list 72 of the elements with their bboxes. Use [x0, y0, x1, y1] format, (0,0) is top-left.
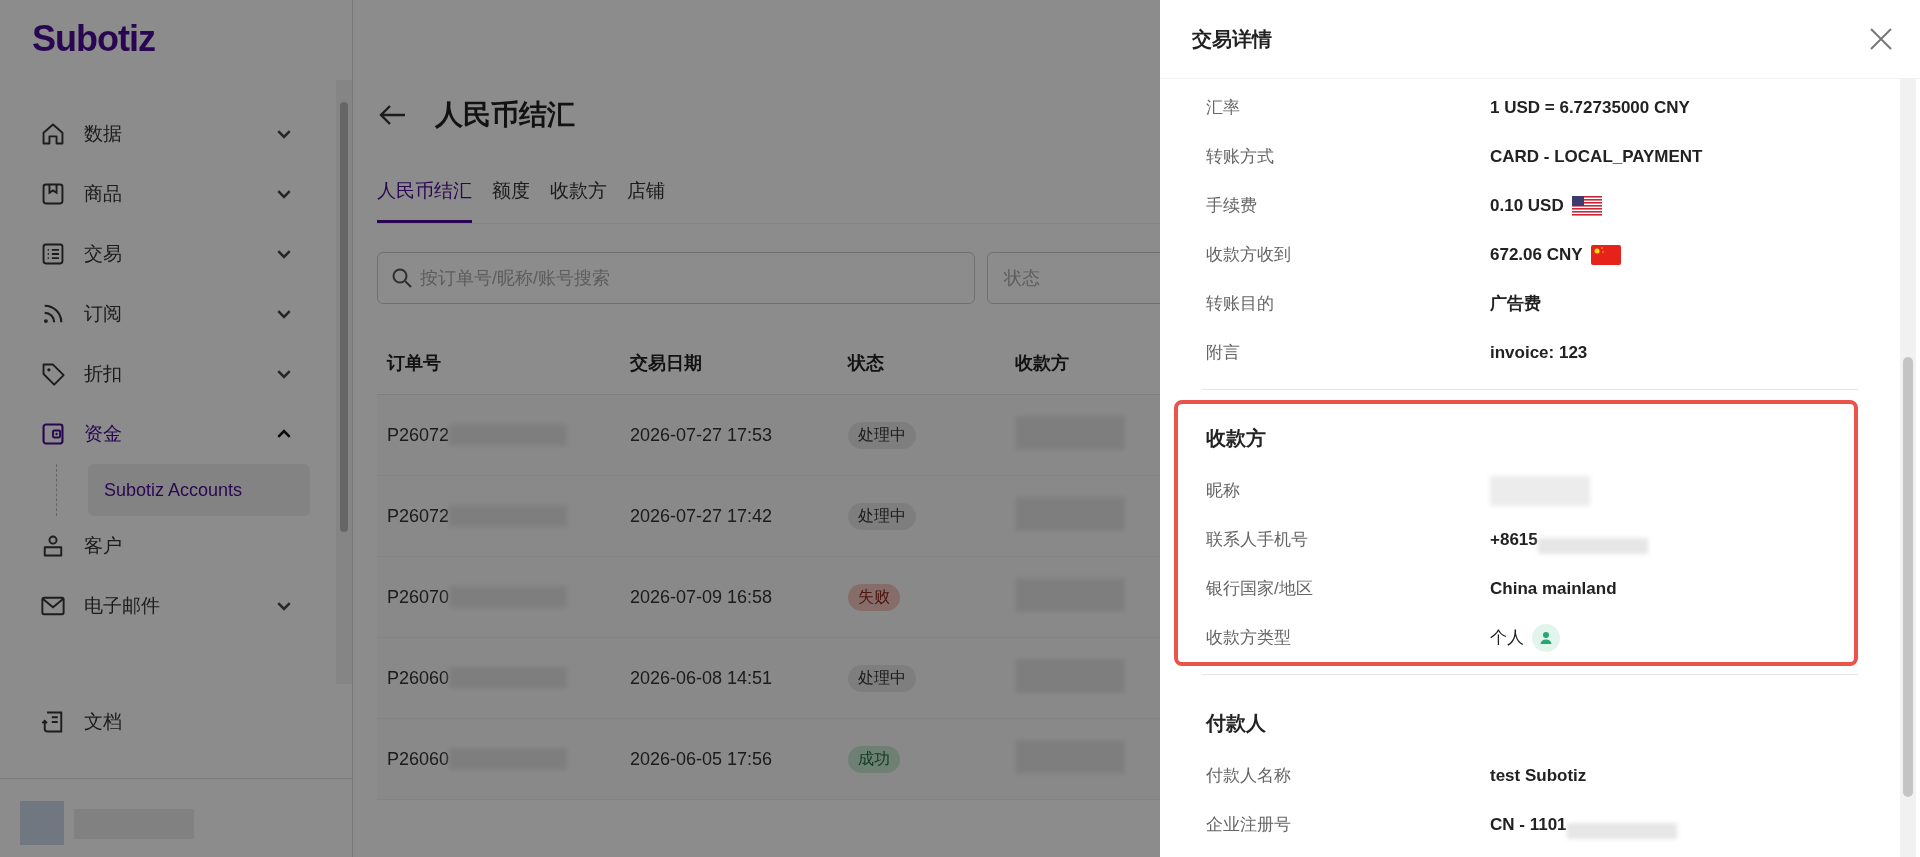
order-number: P26072 [387, 505, 450, 527]
detail-value: invoice: 123 [1490, 342, 1588, 363]
avatar-placeholder [20, 801, 64, 845]
sidebar-item[interactable]: 订阅 [0, 284, 312, 344]
sidebar-item[interactable]: 客户 [0, 516, 312, 576]
section-heading: 收款方 [1206, 425, 1267, 451]
scrollbar[interactable] [1900, 79, 1916, 857]
menu-icon [40, 121, 66, 147]
menu-icon [40, 181, 66, 207]
detail-label: 联系人手机号 [1206, 529, 1309, 551]
detail-value: 0.10 USD [1490, 195, 1564, 216]
detail-value: +8615 [1490, 529, 1538, 550]
detail-label: 汇率 [1206, 97, 1241, 119]
tab[interactable]: 人民币结汇 [377, 178, 472, 223]
order-number: P26070 [387, 586, 450, 608]
order-number: P26060 [387, 667, 450, 689]
detail-value: China mainland [1490, 578, 1617, 599]
detail-value: 1 USD = 6.72735000 CNY [1490, 97, 1690, 118]
order-number: P26060 [387, 748, 450, 770]
sidebar-item[interactable]: 交易 [0, 224, 312, 284]
sidebar-subitem[interactable]: Subotiz Accounts [88, 464, 310, 516]
scrollbar[interactable] [336, 80, 352, 684]
sidebar-item[interactable]: 资金 [0, 404, 312, 464]
tab[interactable]: 额度 [492, 178, 530, 223]
detail-label: 企业注册号 [1206, 814, 1292, 836]
menu-icon [40, 361, 66, 387]
sidebar-item[interactable]: 文档 [0, 692, 312, 752]
detail-value: CARD - LOCAL_PAYMENT [1490, 146, 1703, 167]
sidebar-item[interactable]: 折扣 [0, 344, 312, 404]
back-arrow-icon[interactable] [377, 103, 407, 127]
detail-label: 付款人名称 [1206, 765, 1292, 787]
column-header: 交易日期 [620, 332, 838, 395]
sidebar-item[interactable]: 商品 [0, 164, 312, 224]
detail-value: test Subotiz [1490, 765, 1587, 786]
detail-value: CN - 1101 [1490, 814, 1567, 835]
detail-value: 个人 [1490, 627, 1524, 649]
transaction-date: 2026-07-27 17:53 [630, 424, 773, 445]
status-badge: 处理中 [848, 421, 916, 449]
transaction-date: 2026-06-05 17:56 [630, 748, 773, 769]
detail-label: 转账方式 [1206, 146, 1275, 168]
tab[interactable]: 店铺 [627, 178, 665, 223]
detail-label: 附言 [1206, 342, 1241, 364]
column-header: 订单号 [377, 332, 620, 395]
detail-label: 银行国家/地区 [1206, 578, 1314, 600]
close-icon[interactable] [1868, 26, 1894, 52]
status-badge: 处理中 [848, 664, 916, 692]
sidebar-item[interactable]: 电子邮件 [0, 576, 312, 636]
order-number: P26072 [387, 424, 450, 446]
detail-label: 收款方类型 [1206, 627, 1292, 649]
flag-icon [1590, 244, 1621, 265]
page-title: 人民币结汇 [435, 98, 575, 132]
menu-icon [40, 241, 66, 267]
person-icon [1532, 623, 1560, 652]
transaction-date: 2026-07-09 16:58 [630, 586, 773, 607]
detail-label: 昵称 [1206, 480, 1241, 502]
detail-value: 672.06 CNY [1490, 244, 1583, 265]
status-badge: 处理中 [848, 502, 916, 530]
flag-icon [1571, 195, 1602, 216]
search-icon [391, 267, 413, 289]
drawer-title: 交易详情 [1192, 26, 1272, 52]
status-badge: 失败 [848, 583, 900, 611]
section-heading: 付款人 [1206, 710, 1267, 736]
status-badge: 成功 [848, 745, 900, 773]
tab[interactable]: 收款方 [550, 178, 607, 223]
menu-icon [40, 421, 66, 447]
detail-label: 手续费 [1206, 195, 1258, 217]
transaction-date: 2026-06-08 14:51 [630, 667, 773, 688]
column-header: 状态 [838, 332, 1005, 395]
detail-value: 广告费 [1490, 293, 1541, 315]
transaction-date: 2026-07-27 17:42 [630, 505, 773, 526]
brand-logo[interactable]: Subotiz [0, 0, 352, 80]
sidebar-item[interactable]: 数据 [0, 104, 312, 164]
